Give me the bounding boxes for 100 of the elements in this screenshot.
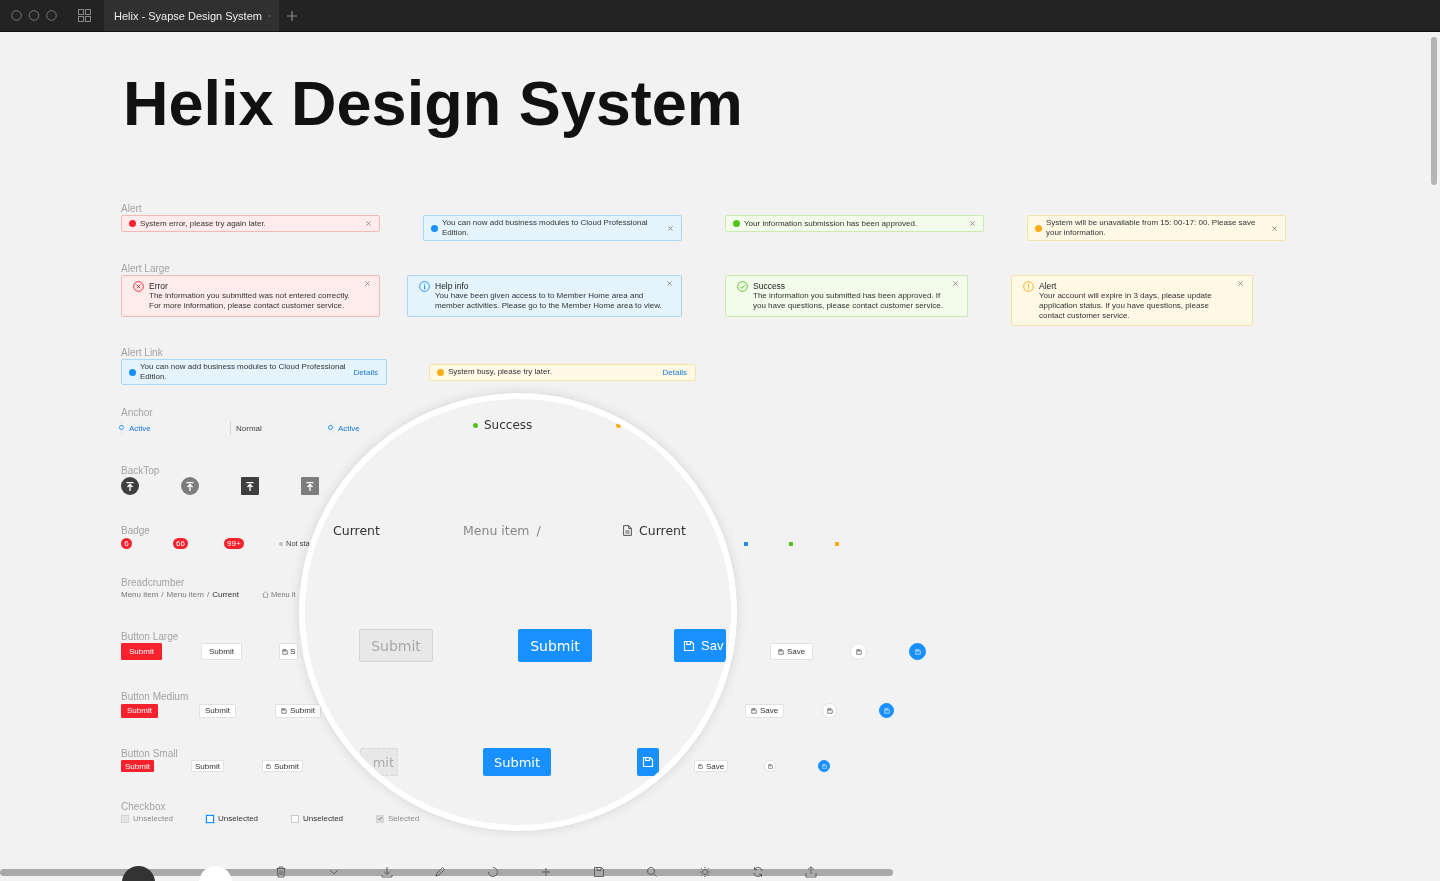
save-icon [751, 707, 757, 714]
arrow-to-top-icon [246, 481, 254, 491]
alert-status-icon [733, 220, 740, 227]
new-tab-icon[interactable] [287, 10, 297, 21]
pencil-icon[interactable] [434, 866, 446, 878]
checkbox[interactable] [206, 814, 214, 823]
alert-title: Error [149, 281, 169, 291]
checkbox[interactable] [291, 814, 299, 823]
save-button[interactable]: Save [770, 643, 814, 660]
save-button[interactable]: Save [694, 760, 729, 772]
submit-button[interactable]: Submit [483, 748, 551, 776]
gear-icon[interactable] [699, 866, 711, 878]
close-icon[interactable] [366, 221, 371, 226]
window-controls-icon[interactable] [11, 10, 57, 21]
save-icon [767, 763, 773, 769]
section-label: Breadcrumber [121, 577, 185, 589]
submit-button[interactable]: Submit [121, 643, 162, 660]
save-button[interactable]: Submit [262, 760, 303, 772]
breadcrumb-item[interactable]: Current [639, 523, 686, 538]
breadcrumb-item[interactable]: Current [212, 590, 239, 599]
submit-button[interactable]: Submit [191, 760, 224, 772]
alert-status-icon [1035, 224, 1042, 232]
alert-title: Help info [435, 281, 470, 291]
home-icon [262, 591, 269, 598]
search-icon[interactable] [646, 866, 658, 878]
submit-button[interactable]: Submit [121, 703, 158, 718]
alert-message: Your account will expire in 3 days, please update application status. If you have questions, please contact customer service. [1039, 291, 1213, 321]
save-icon [778, 648, 784, 655]
arrow-to-top-icon [306, 481, 314, 491]
alert-status-icon [737, 281, 748, 292]
anchor-link[interactable]: Normal [230, 421, 262, 435]
anchor-link[interactable]: Active [121, 421, 151, 435]
save-icon [266, 763, 271, 769]
vertical-scrollbar[interactable] [1431, 37, 1437, 185]
arrow-to-top-icon [126, 481, 134, 491]
submit-button[interactable]: Submit [518, 629, 592, 662]
horizontal-scrollbar[interactable] [0, 869, 893, 876]
section-label: Alert [121, 203, 142, 215]
save-icon-button[interactable] [909, 643, 926, 660]
section-label: Checkbox [121, 801, 166, 813]
document-icon [623, 525, 632, 536]
close-icon[interactable] [1238, 281, 1243, 286]
back-to-top-button[interactable] [121, 477, 139, 495]
spinner-icon[interactable] [487, 866, 499, 878]
download-icon[interactable] [381, 866, 393, 878]
breadcrumb-separator: / [536, 523, 541, 538]
save-icon-button[interactable] [879, 703, 894, 718]
checkbox-label: Unselected [303, 814, 344, 823]
save-icon [683, 639, 695, 652]
trash-icon[interactable] [275, 866, 287, 878]
breadcrumb-item[interactable]: Menu item [166, 590, 204, 599]
grid-icon[interactable] [78, 9, 91, 22]
save-icon [282, 648, 288, 655]
browser-tab[interactable]: Helix - Syapse Design System [104, 0, 279, 31]
save-icon [821, 763, 827, 769]
save-icon-button[interactable] [818, 760, 830, 772]
section-label: Badge [121, 525, 150, 537]
save-button[interactable]: Sav [674, 629, 727, 662]
save-icon [883, 707, 890, 714]
submit-button[interactable]: Submit [199, 703, 236, 718]
back-to-top-button[interactable] [241, 477, 259, 495]
count-badge: 66 [173, 538, 188, 549]
save-icon[interactable] [593, 866, 605, 878]
breadcrumb-item[interactable]: Menu item [463, 523, 530, 538]
close-icon[interactable] [667, 281, 672, 286]
alert-message: You can now add business modules to Cloud Professional Edition. [442, 218, 649, 238]
save-icon [698, 763, 703, 769]
save-button[interactable]: Submit [275, 703, 321, 718]
alert-title: Success [753, 281, 787, 291]
save-button[interactable] [637, 748, 659, 776]
details-link[interactable]: Details [353, 367, 378, 377]
plus-icon[interactable] [540, 866, 552, 878]
anchor-link[interactable]: Active [330, 421, 360, 435]
count-badge: 6 [121, 538, 132, 549]
close-icon[interactable] [953, 281, 958, 286]
close-icon[interactable] [970, 221, 975, 226]
refresh-icon[interactable] [752, 866, 764, 878]
tab-title: Helix - Syapse Design System [114, 9, 262, 22]
breadcrumb-separator: / [161, 590, 164, 599]
alert-status-icon [419, 281, 430, 292]
save-button[interactable]: S [279, 643, 299, 660]
details-link[interactable]: Details [662, 367, 687, 377]
close-icon[interactable] [668, 225, 673, 231]
upload-icon[interactable] [805, 866, 817, 878]
section-label: Alert Large [121, 263, 170, 275]
status-label: Success [484, 418, 533, 432]
breadcrumb-item[interactable]: Current [333, 523, 380, 538]
save-button[interactable]: Save [745, 703, 785, 718]
alert-message: Your information submission has been approved. [744, 218, 918, 229]
section-label: Button Medium [121, 691, 189, 703]
close-icon[interactable] [365, 281, 370, 286]
save-icon [914, 648, 921, 655]
checkbox-label: Selected [388, 814, 420, 823]
checkbox-label: Unselected [218, 814, 259, 823]
close-icon[interactable] [1272, 225, 1277, 231]
breadcrumb-item[interactable]: Menu item [121, 590, 159, 599]
submit-button[interactable]: Submit [201, 643, 242, 660]
section-label: Anchor [121, 407, 153, 419]
submit-button[interactable]: Submit [121, 760, 154, 772]
save-icon [855, 648, 862, 655]
